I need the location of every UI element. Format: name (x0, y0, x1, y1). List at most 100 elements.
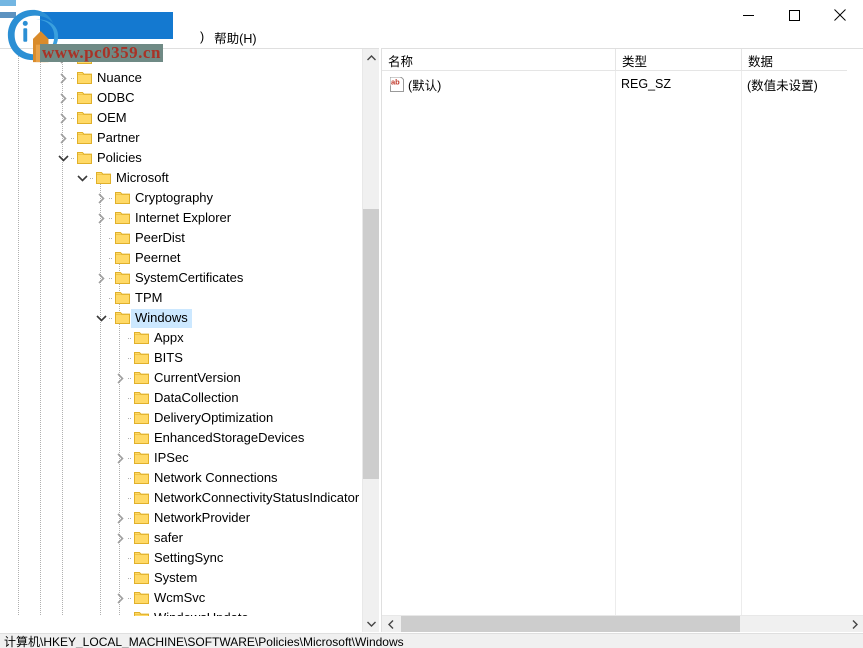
tree-item-networkprovider[interactable]: NetworkProvider (0, 508, 362, 528)
chevron-right-icon[interactable] (93, 188, 109, 208)
tree-item-deliveryoptimization[interactable]: DeliveryOptimization (0, 408, 362, 428)
folder-icon (113, 208, 131, 228)
registry-tree[interactable]: Nanimic Nuance ODBC OEM Partner Policies Micro… (0, 49, 362, 616)
folder-icon (132, 528, 150, 548)
tree-leaf-spacer (112, 608, 128, 616)
tree-item-settingsync[interactable]: SettingSync (0, 548, 362, 568)
tree-scroll-thumb[interactable] (363, 209, 379, 479)
chevron-right-icon[interactable] (93, 208, 109, 228)
folder-icon (113, 248, 131, 268)
tree-item-label: TPM (135, 289, 163, 305)
folder-icon (94, 168, 112, 188)
chevron-down-icon[interactable] (55, 148, 71, 168)
tree-item-partner[interactable]: Partner (0, 128, 362, 148)
value-list-pane: 名称 类型 数据 ab (默认) REG_SZ (数值未设置) (381, 48, 863, 632)
tree-vertical-scrollbar[interactable] (362, 49, 379, 632)
folder-icon (113, 188, 131, 208)
tree-item-label: OEM (97, 109, 127, 125)
folder-icon (132, 588, 150, 608)
tree-item-policies[interactable]: Policies (0, 148, 362, 168)
list-scroll-thumb[interactable] (401, 616, 740, 632)
status-path: 计算机\HKEY_LOCAL_MACHINE\SOFTWARE\Policies… (4, 635, 404, 648)
column-header-name[interactable]: 名称 (382, 49, 615, 71)
chevron-right-icon[interactable] (112, 368, 128, 388)
tree-item-nuance[interactable]: Nuance (0, 68, 362, 88)
column-divider-2 (741, 71, 742, 632)
folder-icon (75, 148, 93, 168)
tree-item-appx[interactable]: Appx (0, 328, 362, 348)
chevron-right-icon[interactable] (112, 508, 128, 528)
tree-item-currentversion[interactable]: CurrentVersion (0, 368, 362, 388)
chevron-right-icon[interactable] (55, 68, 71, 88)
folder-icon (113, 268, 131, 288)
tree-item-system[interactable]: System (0, 568, 362, 588)
tree-item-label: Internet Explorer (135, 209, 232, 225)
tree-item-nanimic[interactable]: Nanimic (0, 49, 362, 68)
tree-item-label: Windows (131, 308, 192, 328)
tree-item-label: Nanimic (97, 49, 144, 65)
folder-icon (132, 448, 150, 468)
folder-icon (132, 548, 150, 568)
table-row[interactable]: ab (默认) REG_SZ (数值未设置) (382, 73, 847, 95)
tree-item-windowsupdate[interactable]: WindowsUpdate (0, 608, 362, 616)
chevron-right-icon[interactable] (112, 588, 128, 608)
column-header-type[interactable]: 类型 (615, 49, 741, 71)
tree-item-wcmsvc[interactable]: WcmSvc (0, 588, 362, 608)
list-scroll-right-button[interactable] (846, 616, 863, 632)
tree-item-label: ODBC (97, 89, 135, 105)
list-horizontal-scrollbar[interactable] (382, 615, 863, 632)
tree-item-datacollection[interactable]: DataCollection (0, 388, 362, 408)
tree-item-oem[interactable]: OEM (0, 108, 362, 128)
tree-item-cryptography[interactable]: Cryptography (0, 188, 362, 208)
tree-scroll-up-button[interactable] (363, 49, 379, 66)
tree-item-label: SettingSync (154, 549, 224, 565)
tree-item-peerdist[interactable]: PeerDist (0, 228, 362, 248)
column-header-data[interactable]: 数据 (741, 49, 847, 71)
chevron-down-icon[interactable] (93, 308, 109, 328)
tree-item-internet-explorer[interactable]: Internet Explorer (0, 208, 362, 228)
tree-item-label: DeliveryOptimization (154, 409, 274, 425)
tree-item-peernet[interactable]: Peernet (0, 248, 362, 268)
chevron-right-icon[interactable] (93, 268, 109, 288)
tree-item-label: Policies (97, 149, 142, 165)
tree-item-label: DataCollection (154, 389, 239, 405)
tree-item-systemcertificates[interactable]: SystemCertificates (0, 268, 362, 288)
tree-item-networkconnectivitystatusindicator[interactable]: NetworkConnectivityStatusIndicator (0, 488, 362, 508)
tree-item-network-connections[interactable]: Network Connections (0, 468, 362, 488)
chevron-right-icon[interactable] (112, 528, 128, 548)
tree-item-label: Appx (154, 329, 184, 345)
tree-item-label: Cryptography (135, 189, 214, 205)
chevron-right-icon[interactable] (55, 88, 71, 108)
folder-icon (132, 508, 150, 528)
tree-item-odbc[interactable]: ODBC (0, 88, 362, 108)
chevron-down-icon[interactable] (74, 168, 90, 188)
tree-item-label: IPSec (154, 449, 189, 465)
tree-leaf-spacer (112, 468, 128, 488)
tree-item-bits[interactable]: BITS (0, 348, 362, 368)
tree-item-enhancedstoragedevices[interactable]: EnhancedStorageDevices (0, 428, 362, 448)
tree-item-microsoft[interactable]: Microsoft (0, 168, 362, 188)
list-scroll-left-button[interactable] (382, 616, 399, 632)
tree-item-safer[interactable]: safer (0, 528, 362, 548)
string-value-icon: ab (389, 76, 405, 92)
tree-item-label: Peernet (135, 249, 181, 265)
tree-item-ipsec[interactable]: IPSec (0, 448, 362, 468)
chevron-right-icon[interactable] (55, 49, 71, 68)
chevron-right-icon[interactable] (55, 108, 71, 128)
tree-item-label: Network Connections (154, 469, 278, 485)
tree-scroll-down-button[interactable] (363, 615, 379, 632)
chevron-right-icon[interactable] (112, 448, 128, 468)
menu-occluded-region (6, 37, 196, 38)
chevron-right-icon[interactable] (55, 128, 71, 148)
menu-item-help[interactable]: 帮助(H) (206, 26, 264, 49)
